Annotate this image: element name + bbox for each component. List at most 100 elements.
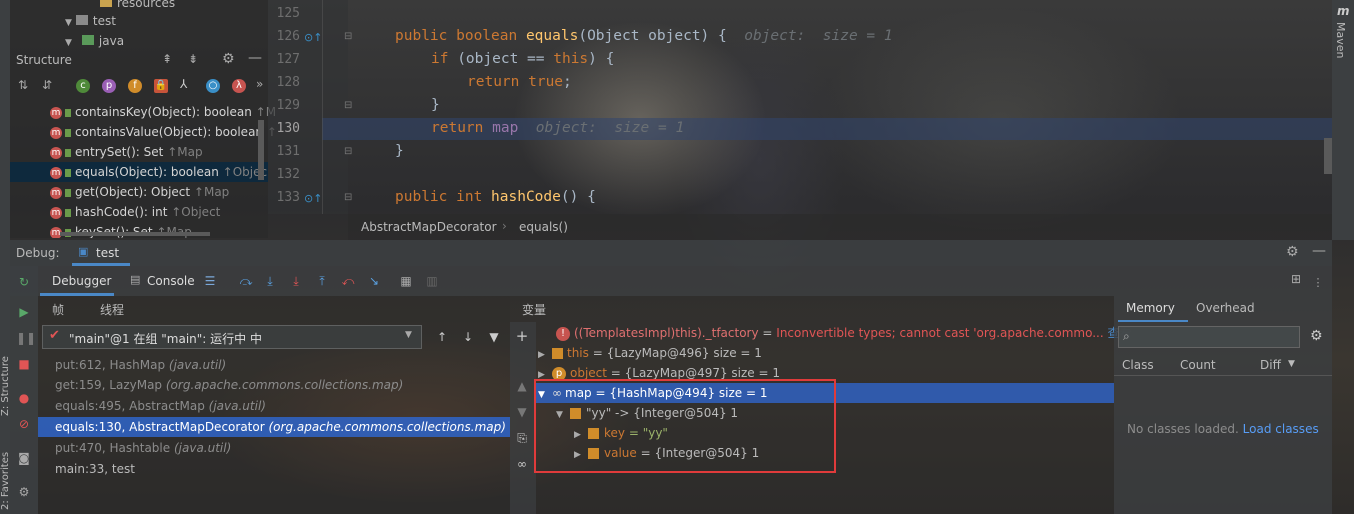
code-line-133[interactable]: public int hashCode() { (395, 189, 596, 205)
evaluate-icon[interactable]: ▦ (398, 273, 414, 289)
collapse-all-icon[interactable]: ⇟ (188, 52, 198, 66)
chevron-right-icon[interactable]: ▶ (538, 345, 552, 365)
force-step-into-icon[interactable]: ⤓ (288, 273, 304, 289)
checkmark-icon: ✔ (49, 328, 60, 343)
frame-item[interactable]: put:470, Hashtable (java.util) (55, 438, 521, 458)
frame-item[interactable]: equals:495, AbstractMap (java.util) (55, 396, 521, 416)
pause-icon[interactable]: ❚❚ (16, 330, 36, 346)
structure-item[interactable]: m containsKey(Object): boolean ↑M (50, 102, 276, 122)
code-line-130[interactable]: return map object: size = 1 (431, 120, 684, 136)
gear-icon[interactable]: ⚙ (222, 51, 235, 67)
show-properties-icon[interactable]: p (102, 79, 116, 93)
show-inherited-icon[interactable]: c (76, 79, 90, 93)
step-out-icon[interactable]: ⤒ (314, 273, 330, 289)
method-icon: m (50, 146, 62, 159)
frame-item[interactable]: get:159, LazyMap (org.apache.commons.col… (55, 375, 521, 395)
code-line-127[interactable]: if (object == this) { (431, 51, 614, 67)
tab-console[interactable]: ▤ Console (128, 266, 200, 296)
fold-icon[interactable]: ⊟ (344, 100, 352, 111)
horizontal-scrollbar[interactable] (60, 232, 210, 236)
breadcrumb-method[interactable]: equals() (519, 220, 568, 234)
structure-item[interactable]: m entrySet(): Set ↑Map (50, 142, 203, 162)
structure-item[interactable]: m get(Object): Object ↑Map (50, 182, 229, 202)
expand-all-icon[interactable]: ⇞ (162, 52, 172, 66)
glasses-icon[interactable]: ∞ (514, 456, 530, 472)
debug-title-bar: Debug: ▣ test ⚙ — (10, 240, 1332, 266)
fold-icon[interactable]: ⊟ (344, 146, 352, 157)
maven-icon[interactable]: m (1337, 4, 1350, 18)
thread-select[interactable]: ✔ "main"@1 在组 "main": 运行中 中 ▼ (42, 325, 422, 349)
more-options-icon[interactable]: ⋮ (1310, 275, 1326, 291)
editor-scrollbar[interactable] (1324, 138, 1332, 174)
fold-icon[interactable]: ⊟ (344, 31, 352, 42)
step-into-icon[interactable]: ⤓ (262, 273, 278, 289)
structure-item-selected[interactable]: m equals(Object): boolean ↑Objec (50, 162, 267, 182)
frame-item[interactable]: put:612, HashMap (java.util) (55, 355, 521, 375)
lambdas-icon[interactable]: λ (232, 79, 246, 93)
sort-alpha-icon[interactable]: ⇅ (18, 78, 28, 92)
camera-icon[interactable]: ◙ (16, 450, 32, 466)
run-to-cursor-icon[interactable]: ↘ (366, 273, 382, 289)
code-line-129[interactable]: } (431, 97, 440, 113)
arrow-up-icon[interactable]: ↑ (434, 329, 450, 345)
gear-icon[interactable]: ⚙ (1310, 328, 1323, 344)
tab-debugger[interactable]: Debugger (40, 266, 114, 296)
stop-icon[interactable]: ■ (16, 356, 32, 372)
override-marker-icon[interactable]: ⊙↑ (304, 31, 322, 44)
gear-icon[interactable]: ⚙ (1286, 244, 1299, 260)
code-line-131[interactable]: } (395, 143, 404, 159)
code-line-126[interactable]: public boolean equals(Object object) { o… (395, 28, 893, 44)
breadcrumb-class[interactable]: AbstractMapDecorator (361, 220, 497, 234)
add-watch-icon[interactable]: + (514, 328, 530, 344)
restore-layout-icon[interactable]: ⊞ (1288, 271, 1304, 287)
move-up-icon[interactable]: ▲ (514, 378, 530, 394)
column-count[interactable]: Count (1180, 358, 1216, 372)
favorites-side-tab[interactable]: 2: Favorites (0, 430, 11, 510)
arrow-down-icon[interactable]: ↓ (460, 329, 476, 345)
resume-icon[interactable]: ▶ (16, 304, 32, 320)
load-classes-link[interactable]: Load classes (1243, 422, 1319, 436)
move-down-icon[interactable]: ▼ (514, 404, 530, 420)
mute-breakpoints-icon[interactable]: ⊘ (16, 416, 32, 432)
sort-visibility-icon[interactable]: ⇵ (42, 78, 52, 92)
more-icon[interactable]: » (256, 77, 263, 91)
frame-item[interactable]: main:33, test (55, 459, 521, 479)
fold-icon[interactable]: ⊟ (344, 192, 352, 203)
tab-memory[interactable]: Memory (1118, 296, 1188, 322)
column-class[interactable]: Class (1122, 358, 1154, 372)
tab-threads[interactable]: 线程 (100, 301, 124, 318)
chevron-down-icon[interactable]: ▼ (1288, 359, 1295, 369)
var-row-this[interactable]: ▶ this = {LazyMap@496} size = 1 (538, 343, 762, 363)
trace-icon[interactable]: ▥ (424, 273, 440, 289)
var-row-error[interactable]: ! ((TemplatesImpl)this)._tfactory = Incon… (556, 323, 1132, 343)
structure-side-tab[interactable]: Z: Structure (0, 336, 11, 416)
column-diff[interactable]: Diff (1260, 358, 1281, 372)
rerun-icon[interactable]: ↻ (16, 274, 32, 290)
structure-item[interactable]: mcontainsValue(Object): boolean ↑ (50, 122, 277, 142)
step-over-icon[interactable]: ⤼ (238, 273, 254, 289)
settings-icon[interactable]: ⚙ (16, 484, 32, 500)
maven-tab[interactable]: Maven (1334, 22, 1347, 58)
view-breakpoints-icon[interactable]: ● (16, 390, 32, 406)
minimize-icon[interactable]: — (248, 50, 262, 66)
drop-frame-icon[interactable]: ⤺ (340, 273, 356, 289)
override-marker-icon[interactable]: ⊙↑ (304, 192, 322, 205)
vertical-scrollbar[interactable] (258, 120, 264, 180)
tab-overhead[interactable]: Overhead (1190, 296, 1270, 322)
memory-search-input[interactable]: ⌕ (1118, 326, 1300, 348)
filter-icon[interactable]: ▼ (486, 329, 502, 345)
tab-frames[interactable]: 帧 (52, 301, 64, 318)
code-line-128[interactable]: return true; (467, 74, 572, 90)
hierarchy-icon[interactable]: ⅄ (180, 77, 187, 91)
show-fields-icon[interactable]: f (128, 79, 142, 93)
layout-icon[interactable]: ☰ (202, 273, 218, 289)
tree-item-resources[interactable]: resources (100, 0, 175, 12)
frame-item-selected[interactable]: equals:130, AbstractMapDecorator (org.ap… (55, 417, 521, 437)
copy-icon[interactable]: ⎘ (514, 430, 530, 446)
anonymous-classes-icon[interactable]: ○ (206, 79, 220, 93)
minimize-icon[interactable]: — (1312, 243, 1326, 259)
show-nonpublic-icon[interactable]: 🔒 (154, 79, 168, 93)
structure-item[interactable]: m hashCode(): int ↑Object (50, 202, 220, 222)
debug-session-tab[interactable]: ▣ test (72, 240, 130, 266)
tree-item-test[interactable]: ▼ test (65, 12, 116, 30)
